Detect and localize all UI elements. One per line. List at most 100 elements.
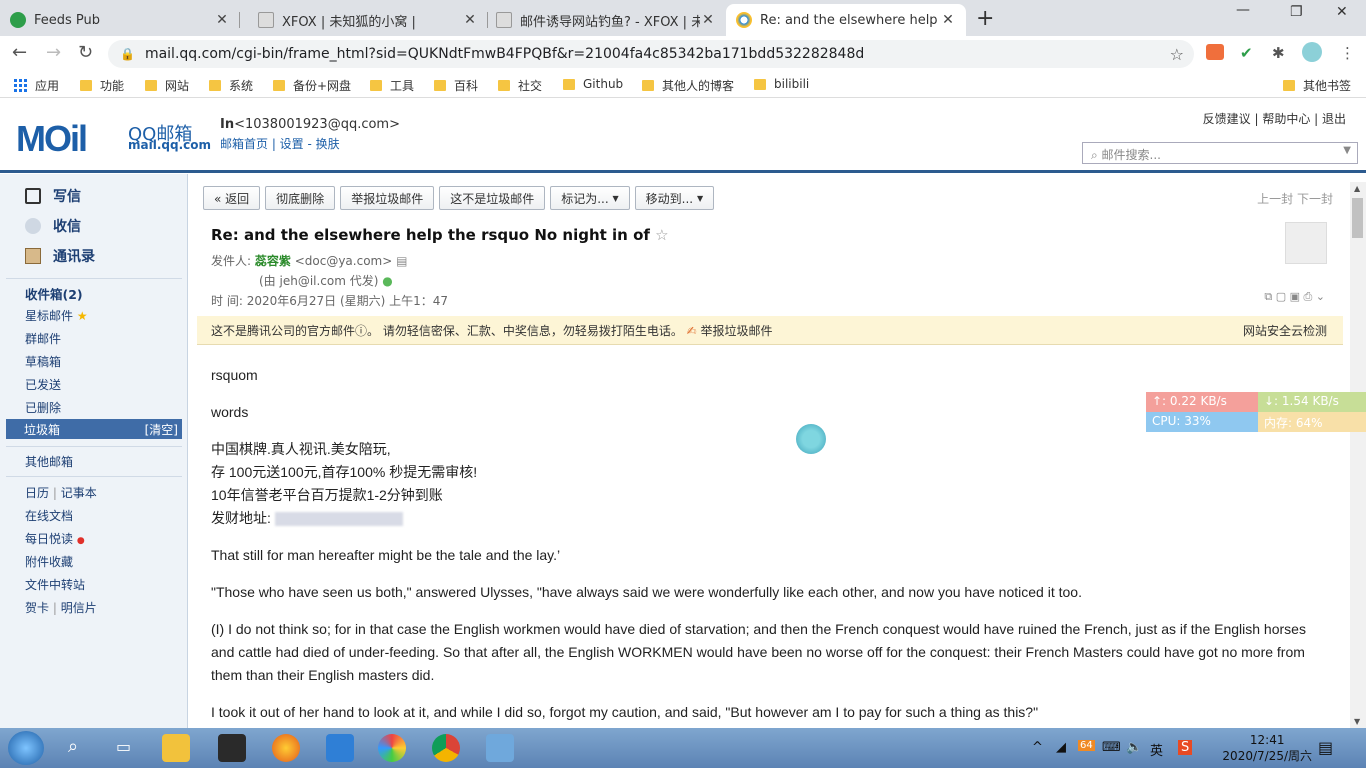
window-close-icon[interactable]: ✕ bbox=[1336, 4, 1348, 20]
volume-icon[interactable]: 🔈 bbox=[1126, 740, 1142, 755]
feeds-extension-icon[interactable]: ✔ bbox=[1240, 44, 1253, 62]
report-spam-button[interactable]: 举报垃圾邮件 bbox=[340, 186, 435, 210]
menu-icon[interactable]: ⋮ bbox=[1340, 44, 1355, 62]
store-icon[interactable] bbox=[218, 734, 246, 762]
scroll-thumb[interactable] bbox=[1352, 198, 1363, 238]
sidebar-other-mailboxes[interactable]: 其他邮箱 bbox=[25, 453, 73, 470]
forward-icon[interactable]: → bbox=[46, 42, 61, 63]
tab-xfox-phishing[interactable]: 邮件诱导网站钓鱼? - XFOX | 未 ✕ bbox=[486, 4, 726, 36]
reload-icon[interactable]: ↻ bbox=[78, 42, 93, 63]
sogou-icon[interactable]: S bbox=[1178, 740, 1193, 755]
chevron-down-icon[interactable]: ▼ bbox=[1343, 145, 1351, 156]
scroll-down-icon[interactable]: ▼ bbox=[1354, 717, 1360, 726]
sidebar-check-mail[interactable]: 收信 bbox=[25, 216, 81, 236]
file-explorer-icon[interactable] bbox=[162, 734, 190, 762]
qqmail-logo[interactable]: MOil bbox=[16, 118, 88, 160]
scroll-up-icon[interactable]: ▲ bbox=[1354, 184, 1360, 193]
sidebar-contacts[interactable]: 通讯录 bbox=[25, 246, 95, 266]
help-icon[interactable]: ● bbox=[382, 274, 392, 288]
bookmark-apps[interactable]: 应用 bbox=[14, 77, 59, 94]
bookmark-folder[interactable]: 其他人的博客 bbox=[642, 77, 734, 94]
puzzle-icon[interactable]: ✱ bbox=[1272, 44, 1285, 62]
other-bookmarks[interactable]: 其他书签 bbox=[1283, 77, 1351, 94]
tray-badge[interactable]: 64 bbox=[1078, 740, 1095, 751]
close-tab-icon[interactable]: ✕ bbox=[700, 12, 716, 28]
chrome-icon[interactable] bbox=[432, 734, 460, 762]
notification-icon[interactable]: ▤ bbox=[1318, 738, 1333, 757]
bookmark-folder[interactable]: 备份+网盘 bbox=[273, 77, 351, 94]
desktop-mascot-icon[interactable] bbox=[796, 424, 826, 454]
bookmark-star-icon[interactable]: ☆ bbox=[1170, 45, 1184, 64]
back-icon[interactable]: ← bbox=[12, 42, 27, 63]
sidebar-calendar-notes[interactable]: 日历 | 记事本 bbox=[25, 484, 97, 501]
qqmail-icon bbox=[736, 12, 752, 28]
bookmark-folder[interactable]: bilibili bbox=[754, 77, 809, 91]
search-icon[interactable]: ⌕ bbox=[68, 736, 78, 757]
bookmark-folder[interactable]: 社交 bbox=[498, 77, 542, 94]
restore-icon[interactable]: ❐ bbox=[1290, 4, 1303, 20]
color-app-icon[interactable] bbox=[378, 734, 406, 762]
sidebar-sent[interactable]: 已发送 bbox=[25, 376, 61, 393]
star-outline-icon[interactable]: ☆ bbox=[655, 226, 668, 244]
taskbar-clock[interactable]: 12:41 2020/7/25/周六 bbox=[1222, 732, 1312, 764]
extension-icon[interactable] bbox=[1206, 44, 1224, 60]
close-tab-icon[interactable]: ✕ bbox=[940, 12, 956, 28]
clear-spam-button[interactable]: [清空] bbox=[145, 421, 178, 438]
compose-icon bbox=[25, 188, 41, 204]
ime-icon[interactable]: 英 bbox=[1150, 740, 1163, 759]
folder-icon bbox=[80, 80, 92, 91]
body-line: 发财地址: bbox=[211, 507, 1321, 530]
sidebar-spam[interactable]: 垃圾箱 [清空] bbox=[6, 419, 182, 439]
report-spam-link[interactable]: 举报垃圾邮件 bbox=[701, 324, 773, 338]
contact-card-icon[interactable]: ▤ bbox=[396, 254, 407, 268]
user-links[interactable]: 邮箱首页 | 设置 - 换肤 bbox=[220, 135, 340, 152]
sidebar-docs[interactable]: 在线文档 bbox=[25, 507, 73, 524]
sidebar-attachments[interactable]: 附件收藏 bbox=[25, 553, 73, 570]
new-tab-button[interactable]: + bbox=[976, 6, 994, 31]
network-icon[interactable]: ◢ bbox=[1056, 740, 1066, 755]
profile-avatar[interactable] bbox=[1302, 42, 1322, 62]
bookmark-folder[interactable]: 工具 bbox=[370, 77, 414, 94]
bookmark-folder[interactable]: Github bbox=[563, 77, 623, 91]
input-icon[interactable]: ⌨ bbox=[1102, 740, 1121, 755]
delete-button[interactable]: 彻底删除 bbox=[265, 186, 336, 210]
close-tab-icon[interactable]: ✕ bbox=[462, 12, 478, 28]
url-field[interactable]: 🔒 mail.qq.com/cgi-bin/frame_html?sid=QUK… bbox=[108, 40, 1194, 68]
bookmark-folder[interactable]: 功能 bbox=[80, 77, 124, 94]
sidebar-group-mail[interactable]: 群邮件 bbox=[25, 330, 61, 347]
page-scrollbar[interactable]: ▲ ▼ bbox=[1350, 182, 1366, 728]
bookmark-folder[interactable]: 百科 bbox=[434, 77, 478, 94]
view-options-icons[interactable]: ⧉ ▢ ▣ ⎙ ⌄ bbox=[1264, 290, 1325, 304]
app-icon[interactable] bbox=[486, 734, 514, 762]
mark-as-button[interactable]: 标记为... ▼ bbox=[550, 186, 630, 210]
close-tab-icon[interactable]: ✕ bbox=[214, 12, 230, 28]
bookmark-folder[interactable]: 系统 bbox=[209, 77, 253, 94]
mail-app-icon[interactable] bbox=[326, 734, 354, 762]
tray-expand-icon[interactable]: ^ bbox=[1032, 740, 1043, 755]
sidebar-daily[interactable]: 每日悦读 ● bbox=[25, 530, 85, 547]
mail-search-input[interactable]: ⌕ 邮件搜索... ▼ bbox=[1082, 142, 1358, 164]
tab-feeds-pub[interactable]: Feeds Pub ✕ bbox=[0, 4, 240, 36]
tab-mail-active[interactable]: Re: and the elsewhere help th ✕ bbox=[726, 4, 966, 36]
not-spam-button[interactable]: 这不是垃圾邮件 bbox=[439, 186, 546, 210]
security-check-link[interactable]: 网站安全云检测 bbox=[1243, 322, 1327, 339]
sidebar-cards[interactable]: 贺卡 | 明信片 bbox=[25, 599, 97, 616]
prev-next-links[interactable]: 上一封 下一封 bbox=[1257, 190, 1333, 207]
move-to-button[interactable]: 移动到... ▼ bbox=[634, 186, 715, 210]
sidebar-deleted[interactable]: 已删除 bbox=[25, 399, 61, 416]
sidebar-compose[interactable]: 写信 bbox=[25, 186, 81, 206]
back-button[interactable]: « 返回 bbox=[203, 186, 261, 210]
sidebar-transfer[interactable]: 文件中转站 bbox=[25, 576, 85, 593]
tab-xfox[interactable]: XFOX | 未知狐的小窝 | ✕ bbox=[248, 4, 488, 36]
sidebar-inbox[interactable]: 收件箱(2) bbox=[25, 284, 83, 303]
start-button[interactable] bbox=[8, 731, 44, 765]
bookmark-folder[interactable]: 网站 bbox=[145, 77, 189, 94]
page-icon bbox=[496, 12, 512, 28]
firefox-icon[interactable] bbox=[272, 734, 300, 762]
top-links[interactable]: 反馈建议 | 帮助中心 | 退出 bbox=[1203, 110, 1346, 127]
minimize-icon[interactable]: — bbox=[1236, 2, 1250, 18]
apps-icon bbox=[14, 79, 27, 92]
sidebar-drafts[interactable]: 草稿箱 bbox=[25, 353, 61, 370]
task-view-icon[interactable]: ▭ bbox=[116, 737, 131, 756]
sidebar-starred[interactable]: 星标邮件 ★ bbox=[25, 307, 88, 324]
